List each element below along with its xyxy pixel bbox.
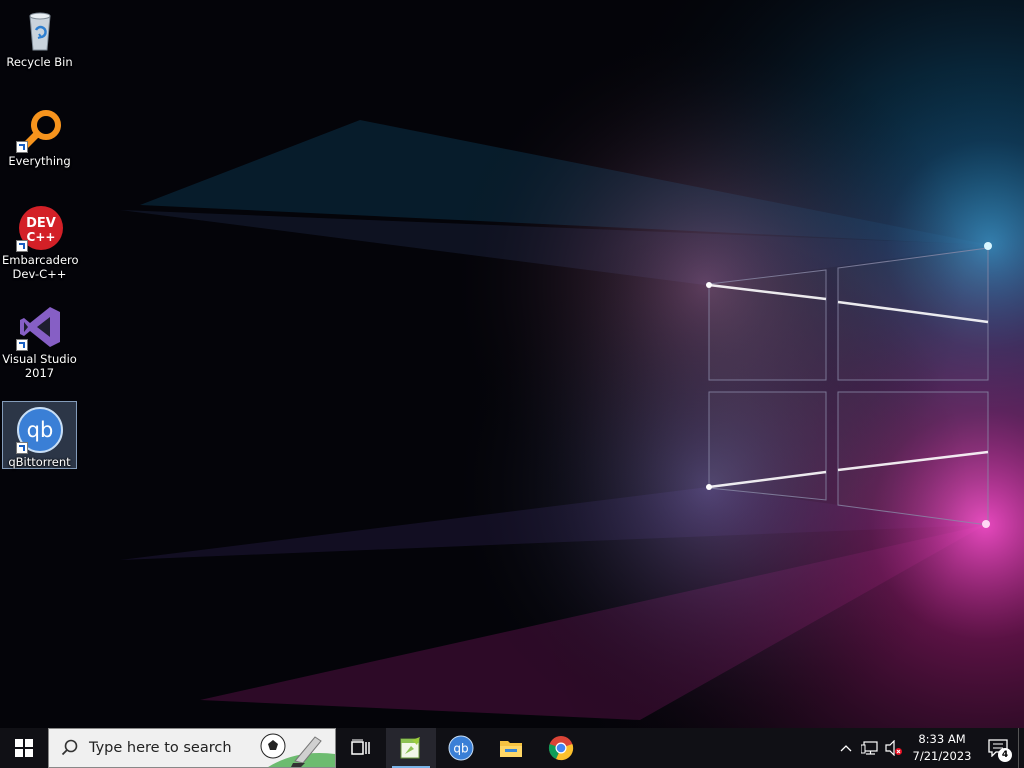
shortcut-arrow-icon	[15, 240, 28, 252]
svg-text:qb: qb	[26, 418, 53, 442]
system-tray: 8:33 AM 7/21/2023 4	[834, 728, 1024, 768]
desktop-icon-dev-cpp[interactable]: DEV C++ Embarcadero Dev-C++	[2, 200, 79, 281]
network-icon	[861, 741, 878, 755]
desktop-icon-label: Embarcadero Dev-C++	[2, 253, 79, 281]
action-center-button[interactable]: 4	[978, 728, 1018, 768]
taskbar-app-chrome[interactable]	[536, 728, 586, 768]
svg-text:DEV: DEV	[26, 216, 56, 231]
svg-text:qb: qb	[453, 742, 468, 756]
clock-date: 7/21/2023	[912, 749, 972, 763]
qbittorrent-icon: qb	[15, 406, 64, 454]
taskbar-clock[interactable]: 8:33 AM 7/21/2023	[906, 731, 978, 765]
task-view-button[interactable]	[336, 728, 386, 768]
taskbar-search-box[interactable]: Type here to search	[48, 728, 336, 768]
search-icon	[61, 739, 78, 756]
everything-search-icon	[15, 105, 64, 153]
show-hidden-icons-button[interactable]	[834, 728, 858, 768]
speaker-muted-icon	[885, 740, 902, 756]
qbittorrent-icon: qb	[448, 735, 474, 761]
desktop-icon-label: Everything	[8, 154, 71, 168]
chevron-up-icon	[840, 745, 852, 752]
recycle-bin-icon	[16, 6, 64, 54]
desktop-icon-label: qBittorrent	[8, 455, 71, 469]
shortcut-arrow-icon	[15, 141, 28, 153]
show-desktop-button[interactable]	[1018, 728, 1024, 768]
search-highlight-soccer-icon	[260, 733, 335, 767]
desktop-icon-label: Visual Studio 2017	[2, 352, 77, 380]
desktop-icon-qbittorrent[interactable]: qb qBittorrent	[2, 401, 77, 469]
visual-studio-icon	[15, 303, 64, 351]
taskbar: Type here to search qb 8:33 AM 7/21/2023…	[0, 728, 1024, 768]
volume-button[interactable]	[882, 728, 906, 768]
taskbar-app-qbittorrent[interactable]: qb	[436, 728, 486, 768]
network-status-button[interactable]	[858, 728, 882, 768]
search-placeholder: Type here to search	[89, 740, 232, 756]
notification-count-badge: 4	[998, 748, 1012, 762]
windows-logo-icon	[15, 739, 33, 757]
clock-time: 8:33 AM	[918, 732, 966, 746]
desktop-wallpaper	[0, 0, 1024, 728]
start-button[interactable]	[0, 728, 48, 768]
folder-icon	[500, 741, 522, 757]
taskbar-app-file-explorer[interactable]	[486, 728, 536, 768]
desktop-icon-visual-studio[interactable]: Visual Studio 2017	[2, 299, 77, 380]
shortcut-arrow-icon	[15, 442, 28, 454]
shortcut-arrow-icon	[15, 339, 28, 351]
task-view-icon	[351, 739, 370, 755]
chrome-icon	[548, 736, 574, 761]
desktop-icon-label: Recycle Bin	[6, 55, 73, 69]
taskbar-app-notepad-plus-plus[interactable]	[386, 728, 436, 768]
desktop-icon-recycle-bin[interactable]: Recycle Bin	[2, 2, 77, 70]
dev-cpp-icon: DEV C++	[15, 204, 64, 252]
svg-text:C++: C++	[26, 230, 55, 244]
notepad-plus-plus-icon	[400, 737, 420, 759]
desktop-icon-everything[interactable]: Everything	[2, 101, 77, 169]
